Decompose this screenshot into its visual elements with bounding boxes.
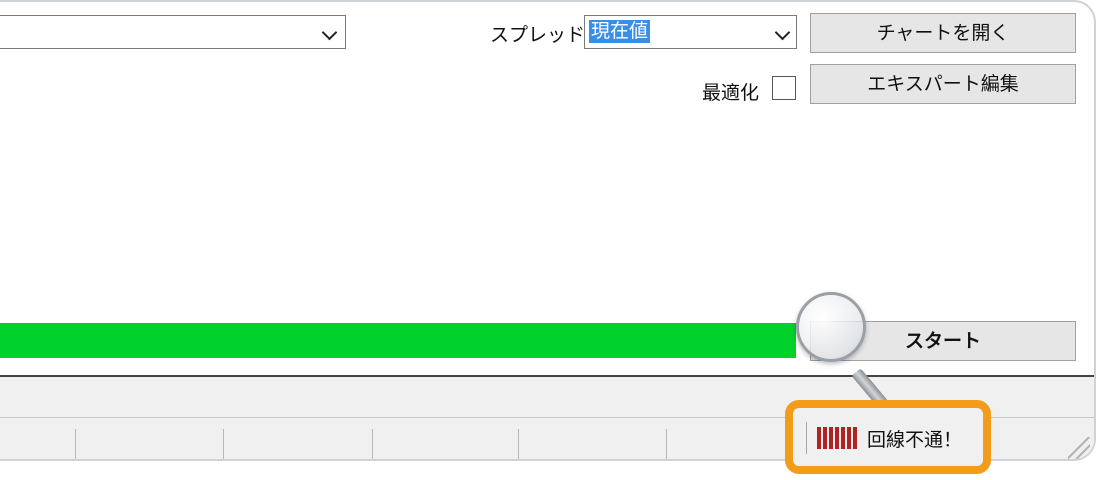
magnifier-icon xyxy=(796,292,866,362)
tester-window: スプレッド: 現在値 チャートを開く 最適化 エキスパート編集 スタート xyxy=(0,0,1096,461)
chevron-down-icon xyxy=(774,24,791,41)
status-divider xyxy=(666,429,667,459)
spread-select[interactable]: 現在値 xyxy=(584,15,797,49)
status-divider xyxy=(75,429,76,459)
status-divider xyxy=(372,429,373,459)
test-progress-bar xyxy=(0,323,796,358)
edit-expert-button[interactable]: エキスパート編集 xyxy=(810,64,1076,104)
status-divider xyxy=(223,429,224,459)
progress-fill xyxy=(0,323,796,358)
optimize-checkbox[interactable] xyxy=(772,76,796,100)
open-chart-button[interactable]: チャートを開く xyxy=(810,13,1076,53)
optimize-label: 最適化 xyxy=(702,82,760,104)
spread-select-value: 現在値 xyxy=(589,20,651,43)
resize-grip-icon[interactable] xyxy=(1068,437,1090,459)
symbol-select[interactable] xyxy=(0,15,346,49)
status-divider xyxy=(518,429,519,459)
signal-bars-icon xyxy=(817,427,861,449)
connection-status-highlight: 回線不通！ xyxy=(785,400,991,474)
connection-status-panel[interactable]: 回線不通！ xyxy=(806,422,973,454)
connection-status-text: 回線不通！ xyxy=(867,429,963,451)
chevron-down-icon xyxy=(321,24,338,41)
spread-label: スプレッド: xyxy=(490,24,592,46)
